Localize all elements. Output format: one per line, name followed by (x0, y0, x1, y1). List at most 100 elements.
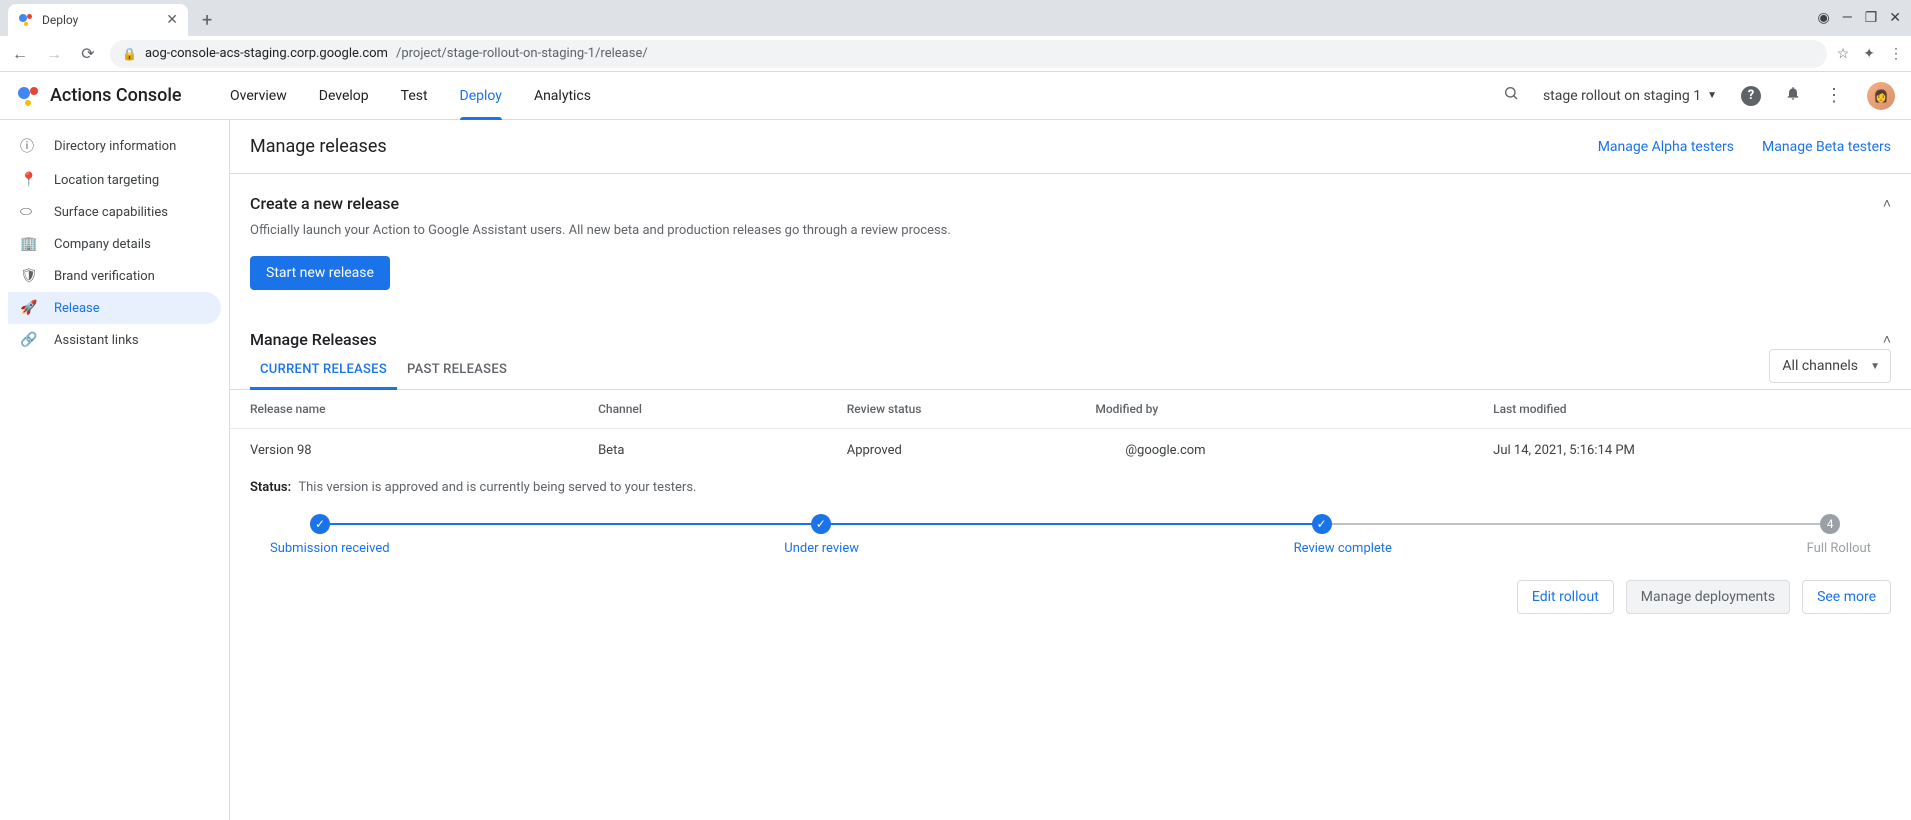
col-modified-by: Modified by (1095, 402, 1493, 416)
building-icon: 🏢 (20, 236, 38, 252)
url-path: /project/stage-rollout-on-staging-1/rele… (396, 46, 648, 61)
col-channel: Channel (598, 402, 847, 416)
manage-deployments-button[interactable]: Manage deployments (1626, 580, 1790, 614)
incognito-icon: ◉ (1818, 10, 1830, 26)
create-release-title: Create a new release (250, 194, 399, 213)
sidebar-item-surface[interactable]: ⬭ Surface capabilities (8, 196, 221, 228)
sidebar-item-label: Company details (54, 237, 151, 252)
sidebar-item-assistant-links[interactable]: 🔗 Assistant links (8, 324, 221, 356)
restore-button[interactable]: ❐ (1865, 10, 1878, 26)
sidebar-item-label: Directory information (54, 139, 176, 154)
tab-current-releases[interactable]: CURRENT RELEASES (250, 350, 397, 389)
url-host: aog-console-acs-staging.corp.google.com (145, 46, 388, 61)
search-icon[interactable] (1503, 85, 1519, 106)
col-review-status: Review status (847, 402, 1096, 416)
table-header: Release name Channel Review status Modif… (230, 390, 1911, 429)
sidebar-item-label: Brand verification (54, 269, 155, 284)
manage-alpha-link[interactable]: Manage Alpha testers (1598, 139, 1734, 155)
cell-release-name: Version 98 (250, 443, 598, 458)
browser-tab-strip: Deploy ✕ + ◉ — ❐ ✕ (0, 0, 1911, 36)
url-input[interactable]: 🔒 aog-console-acs-staging.corp.google.co… (110, 40, 1827, 68)
manage-beta-link[interactable]: Manage Beta testers (1762, 139, 1891, 155)
progress-node-2: ✓ (811, 514, 831, 534)
col-release-name: Release name (250, 402, 598, 416)
nav-overview[interactable]: Overview (230, 72, 287, 120)
app-title: Actions Console (50, 85, 182, 106)
close-icon[interactable]: ✕ (166, 13, 178, 27)
avatar[interactable]: 👩 (1867, 82, 1895, 110)
main-content: Manage releases Manage Alpha testers Man… (230, 120, 1911, 820)
collapse-icon[interactable]: ˄ (1883, 331, 1891, 348)
window-controls: ◉ — ❐ ✕ (1818, 0, 1911, 36)
info-icon: ⓘ (20, 136, 38, 156)
lock-icon: 🔒 (122, 47, 137, 61)
page-title: Manage releases (250, 136, 387, 157)
status-text: This version is approved and is currentl… (298, 480, 696, 495)
create-release-section: Create a new release ˄ Officially launch… (230, 174, 1911, 310)
cell-review-status: Approved (847, 443, 1096, 458)
new-tab-button[interactable]: + (188, 4, 226, 36)
create-release-description: Officially launch your Action to Google … (250, 223, 1891, 238)
sidebar-item-label: Assistant links (54, 333, 139, 348)
close-window-button[interactable]: ✕ (1889, 10, 1901, 26)
cell-modified-by: @google.com (1095, 443, 1493, 458)
assistant-logo-icon (16, 84, 40, 108)
nav-analytics[interactable]: Analytics (534, 72, 591, 120)
nav-develop[interactable]: Develop (319, 72, 369, 120)
progress-label-1: Submission received (270, 541, 390, 556)
notifications-icon[interactable] (1785, 85, 1801, 106)
releases-table: Release name Channel Review status Modif… (230, 390, 1911, 472)
forward-icon: → (42, 44, 66, 64)
cell-last-modified: Jul 14, 2021, 5:16:14 PM (1493, 443, 1891, 458)
sidebar-item-label: Surface capabilities (54, 205, 168, 220)
sidebar-item-directory[interactable]: ⓘ Directory information (8, 128, 221, 164)
edit-rollout-button[interactable]: Edit rollout (1517, 580, 1614, 614)
tab-past-releases[interactable]: PAST RELEASES (397, 350, 517, 389)
progress-label-4: Full Rollout (1807, 541, 1871, 556)
channel-filter-label: All channels (1782, 358, 1858, 374)
nav-test[interactable]: Test (401, 72, 428, 120)
more-menu-icon[interactable]: ⋮ (1825, 85, 1843, 106)
primary-nav: Overview Develop Test Deploy Analytics (230, 72, 591, 120)
start-new-release-button[interactable]: Start new release (250, 256, 390, 290)
help-icon[interactable]: ? (1741, 86, 1761, 106)
pin-icon: 📍 (20, 172, 38, 188)
see-more-button[interactable]: See more (1802, 580, 1891, 614)
tab-title: Deploy (42, 13, 78, 27)
sidebar-item-label: Release (54, 301, 100, 316)
sidebar-item-company[interactable]: 🏢 Company details (8, 228, 221, 260)
rocket-icon: 🚀 (20, 300, 38, 316)
sidebar-item-release[interactable]: 🚀 Release (8, 292, 221, 324)
sidebar: ⓘ Directory information 📍 Location targe… (0, 120, 230, 820)
extensions-icon[interactable]: ✦ (1863, 46, 1875, 62)
manage-releases-title: Manage Releases (250, 330, 377, 349)
project-selector[interactable]: stage rollout on staging 1 ▼ (1543, 88, 1717, 104)
app-header: Actions Console Overview Develop Test De… (0, 72, 1911, 120)
status-label: Status: (250, 480, 291, 495)
progress-label-3: Review complete (1294, 541, 1392, 556)
minimize-button[interactable]: — (1842, 10, 1853, 26)
app-logo[interactable]: Actions Console (16, 84, 230, 108)
sidebar-item-location[interactable]: 📍 Location targeting (8, 164, 221, 196)
devices-icon: ⬭ (20, 204, 38, 220)
progress-node-1: ✓ (310, 514, 330, 534)
progress-tracker: ✓ ✓ ✓ 4 Submission received Under review… (230, 515, 1911, 556)
action-buttons: Edit rollout Manage deployments See more (230, 556, 1911, 624)
reload-icon[interactable]: ⟳ (76, 44, 100, 63)
table-row[interactable]: Version 98 Beta Approved @google.com Jul… (230, 429, 1911, 472)
sidebar-item-brand[interactable]: 🛡 Brand verification (8, 260, 221, 292)
cell-channel: Beta (598, 443, 847, 458)
page-title-bar: Manage releases Manage Alpha testers Man… (230, 120, 1911, 174)
browser-tab[interactable]: Deploy ✕ (8, 4, 188, 36)
nav-deploy[interactable]: Deploy (460, 72, 502, 120)
caret-down-icon: ▼ (1707, 90, 1717, 101)
progress-label-2: Under review (784, 541, 859, 556)
manage-releases-section: Manage Releases ˄ (230, 310, 1911, 349)
back-icon[interactable]: ← (8, 44, 32, 64)
address-bar: ← → ⟳ 🔒 aog-console-acs-staging.corp.goo… (0, 36, 1911, 72)
col-last-modified: Last modified (1493, 402, 1891, 416)
collapse-icon[interactable]: ˄ (1883, 195, 1891, 212)
channel-filter-select[interactable]: All channels ▼ (1769, 349, 1891, 383)
browser-menu-icon[interactable]: ⋮ (1889, 46, 1903, 62)
star-icon[interactable]: ☆ (1837, 46, 1850, 62)
